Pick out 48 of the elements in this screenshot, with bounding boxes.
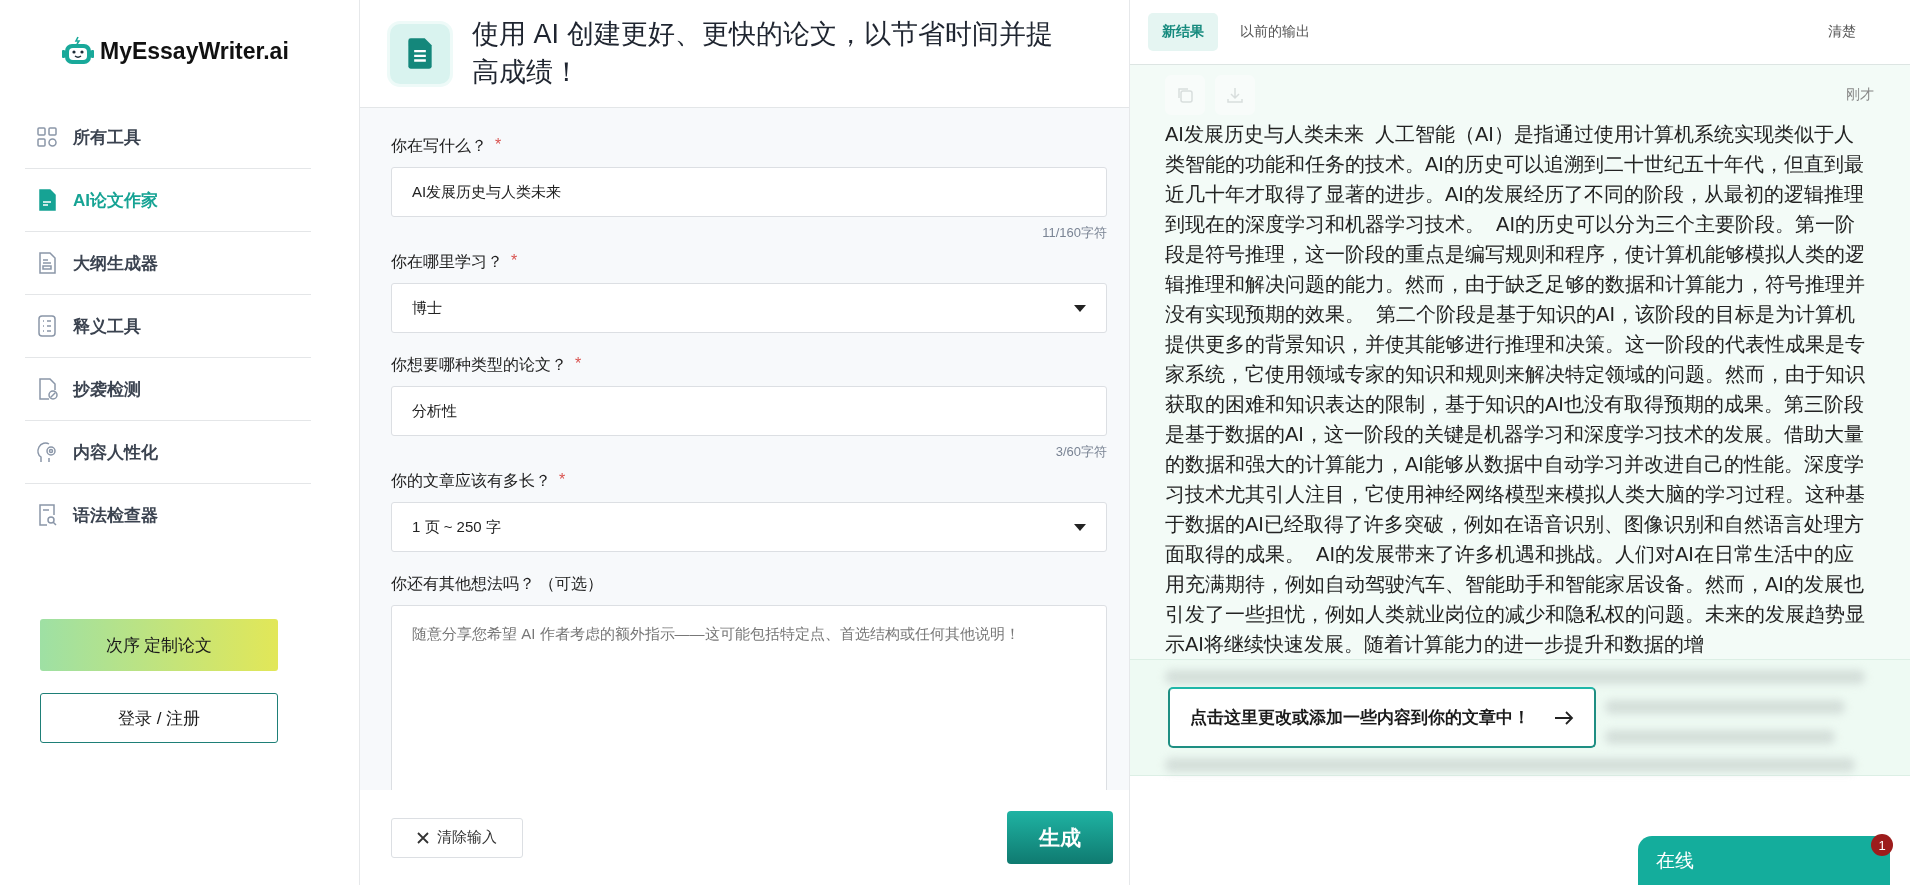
tool-icon	[35, 440, 59, 464]
required-mark: *	[495, 136, 502, 155]
logo-text: MyEssayWriter.ai	[100, 37, 289, 65]
required-mark: *	[511, 252, 518, 271]
result-tab[interactable]: 新结果	[1148, 13, 1218, 51]
sidebar-item[interactable]: 大纲生成器	[25, 232, 311, 295]
sidebar-item[interactable]: 内容人性化	[25, 421, 311, 484]
select-field[interactable]: 1 页 ~ 250 字	[391, 502, 1107, 552]
notification-badge: 1	[1871, 834, 1893, 856]
character-counter: 11/160字符	[1042, 224, 1107, 242]
field-label: 你在写什么？	[391, 136, 487, 156]
robot-logo-icon	[62, 36, 94, 66]
clear-input-button[interactable]: 清除输入	[391, 817, 523, 858]
order-button[interactable]: 次序 定制论文	[40, 619, 278, 671]
required-mark: *	[575, 355, 582, 374]
required-mark: *	[559, 471, 566, 490]
tool-icon	[35, 125, 59, 149]
text-area[interactable]: 随意分享您希望 AI 作者考虑的额外指示——这可能包括特定点、首选结构或任何其他说明！	[391, 605, 1107, 790]
result-tab[interactable]: 以前的输出	[1226, 13, 1324, 51]
sidebar-item[interactable]: 抄袭检测	[25, 358, 311, 421]
caret-icon	[1074, 523, 1086, 531]
sidebar-item[interactable]: 所有工具	[25, 106, 311, 169]
copy-button[interactable]	[1165, 75, 1205, 115]
login-button[interactable]: 登录 / 注册	[40, 693, 278, 743]
close-icon	[417, 831, 429, 844]
character-counter: 3/60字符	[1055, 443, 1107, 461]
field-label: 你想要哪种类型的论文？	[391, 355, 567, 375]
tool-icon	[35, 314, 59, 338]
select-field[interactable]: 博士	[391, 283, 1107, 333]
download-button[interactable]	[1215, 75, 1255, 115]
copy-icon	[1175, 85, 1195, 105]
sidebar-item[interactable]: 语法检查器	[25, 484, 311, 546]
arrow-right-icon	[1554, 710, 1574, 725]
caret-icon	[1074, 304, 1086, 312]
text-field[interactable]: 分析性	[391, 386, 1107, 436]
essay-text: AI发展历史与人类未来 人工智能（AI）是指通过使用计算机系统实现类似于人类智能的功能和任务的技术。AI的历史可以追溯到二十世纪五十年代，但直到最近几十年才取得了显著的进步。AI的发展经历了不同的阶段，从最初的逻辑推理到现在的深度学习和机器学习技术。 AI的历史可以分为三个主要阶段。第一阶段是符号推理，这一阶段的重点是编写规则和程序，使计算机能够模拟人类的逻辑推理和解决问题的能力。然而，由于缺乏足够的数据和计算能力，符号推理并没有实现预期的效果。 第二个阶段是基于知识的AI，该阶段的目标是为计算机提供更多的背景知识，并使其能够进行推理和决策。这一阶段的代表性成果是专家系统，它使用领域专家的知识和规则来解决特定领域的问题。然而，由于知识获取的困难和知识表达的限制，基于知识的AI也没有取得预期的成果。第三阶段是基于数据的AI，这一阶段的关键是机器学习和深度学习技术的发展。借助大量的数据和强大的计算能力，AI能够从数据中自动学习并改进自己的性能。深度学习技术尤其引人注目，它使用神经网络模型来模拟人类大脑的学习过程。这种基于数据的AI已经取得了许多突破，例如在语音识别、图像识别和自然语言处理方面取得的成果。 AI的发展带来了许多机遇和挑战。人们对AI在日常生活中的应用充满期待，例如自动驾驶汽车、智能助手和智能家居设备。然而，AI的发展也引发了一些担忧，例如人类就业岗位的减少和隐私权的问题。未来的发展趋势显示AI将继续快速发展。随着计算能力的进一步提升和数据的增	[1165, 122, 1865, 657]
document-icon	[390, 23, 450, 84]
generate-button[interactable]: 生成	[1007, 811, 1113, 864]
field-label: 你还有其他想法吗？ （可选）	[391, 574, 604, 594]
edit-essay-button[interactable]: 点击这里更改或添加一些内容到你的文章中！	[1168, 687, 1596, 748]
clear-button[interactable]: 清楚	[1822, 22, 1862, 42]
download-icon	[1225, 85, 1245, 105]
text-field[interactable]: AI发展历史与人类未来	[391, 167, 1107, 217]
timestamp: 刚才	[1846, 86, 1874, 104]
page-title: 使用 AI 创建更好、更快的论文，以节省时间并提高成绩！	[472, 17, 1054, 89]
sidebar-item[interactable]: 释义工具	[25, 295, 311, 358]
field-label: 你的文章应该有多长？	[391, 471, 551, 491]
field-label: 你在哪里学习？	[391, 252, 503, 272]
